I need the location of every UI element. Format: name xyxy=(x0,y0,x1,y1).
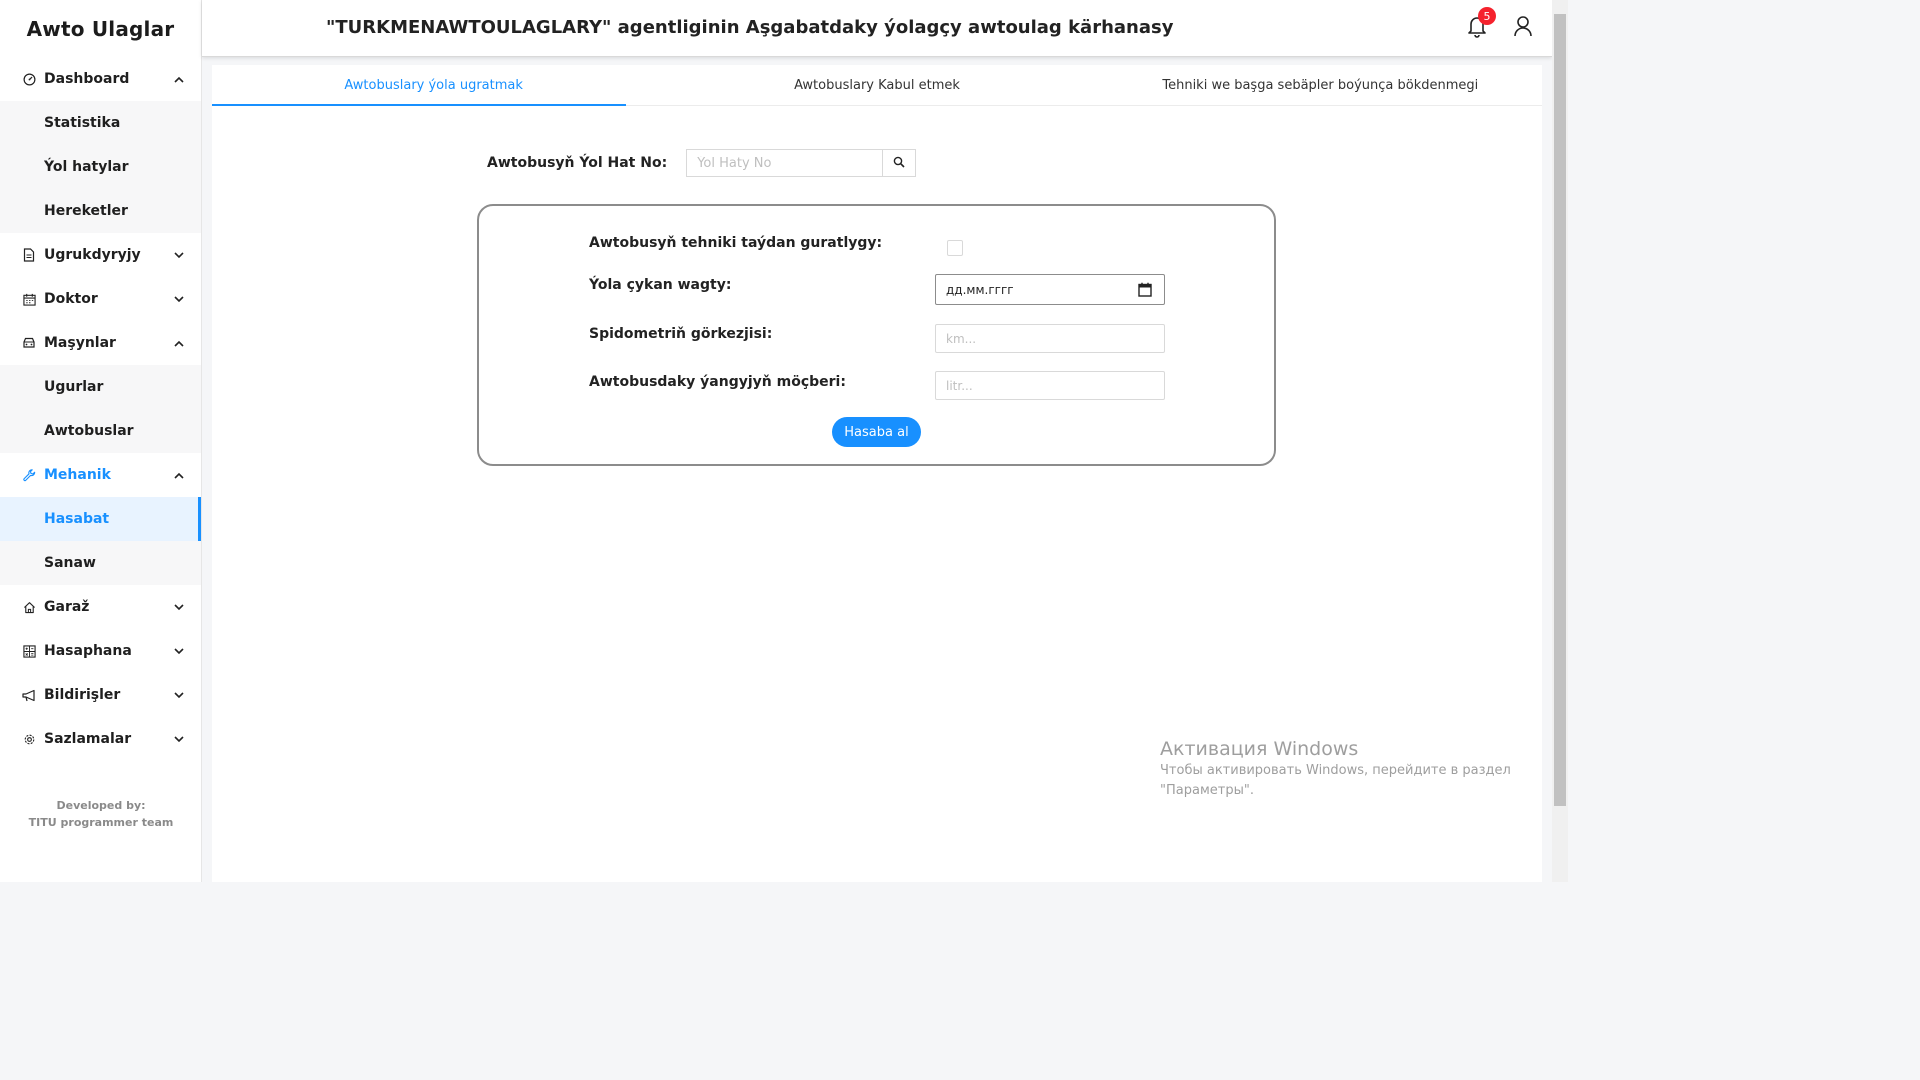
active-tab-indicator xyxy=(212,104,626,106)
notification-badge: 5 xyxy=(1478,7,1496,25)
wrench-icon xyxy=(22,468,36,482)
watermark-line2: "Параметры". xyxy=(1160,783,1254,798)
sidebar-menu: Dashboard Statistika Ýol hatylar Hereket… xyxy=(0,57,201,761)
developer-credit: Developed by: TITU programmer team xyxy=(0,797,202,831)
search-button[interactable] xyxy=(882,149,917,177)
sidebar-item-label: Hereketler xyxy=(44,203,128,219)
search-label: Awtobusyň Ýol Hat No: xyxy=(487,155,668,171)
technical-condition-checkbox[interactable] xyxy=(947,240,963,256)
technical-condition-label: Awtobusyň tehniki taýdan guratlygy: xyxy=(589,235,883,251)
calculator-icon xyxy=(22,644,36,658)
sidebar-item-hasaphana[interactable]: Hasaphana xyxy=(0,629,201,673)
app-window: Awto Ulaglar Dashboard Statistika Ýol ha… xyxy=(0,0,1568,882)
speedometer-input[interactable] xyxy=(935,324,1165,353)
chevron-down-icon xyxy=(173,293,185,305)
sidebar-item-yol-hatylar[interactable]: Ýol hatylar xyxy=(0,145,201,189)
sidebar-item-label: Awtobuslar xyxy=(44,423,134,439)
brand-logo[interactable]: Awto Ulaglar xyxy=(0,0,201,57)
chevron-down-icon xyxy=(173,689,185,701)
departure-date-input[interactable]: дд.мм.гггг xyxy=(935,274,1165,305)
tab-awtobuslary-yola-ugratmak[interactable]: Awtobuslary ýola ugratmak xyxy=(212,65,655,105)
sidebar-item-label: Garaž xyxy=(44,599,90,615)
car-icon xyxy=(22,336,36,350)
sidebar-item-label: Sanaw xyxy=(44,555,96,571)
chevron-down-icon xyxy=(173,733,185,745)
chevron-up-icon xyxy=(173,337,185,349)
sidebar-item-hasabat[interactable]: Hasabat xyxy=(0,497,201,541)
watermark-line1: Чтобы активировать Windows, перейдите в … xyxy=(1160,763,1511,778)
sidebar-item-masynlar[interactable]: Maşynlar xyxy=(0,321,201,365)
calendar-icon xyxy=(22,292,36,306)
sidebar: Awto Ulaglar Dashboard Statistika Ýol ha… xyxy=(0,0,202,882)
sidebar-item-mehanik[interactable]: Mehanik xyxy=(0,453,201,497)
chevron-up-icon xyxy=(173,469,185,481)
page-title: "TURKMENAWTOULAGLARY" agentliginin Aşgab… xyxy=(326,17,1174,38)
tab-tehniki-bokdenmegi[interactable]: Tehniki we başga sebäpler boýunça bökden… xyxy=(1099,65,1542,105)
departure-time-label: Ýola çykan wagty: xyxy=(589,277,732,293)
sidebar-item-statistika[interactable]: Statistika xyxy=(0,101,201,145)
sidebar-item-label: Dashboard xyxy=(44,71,130,87)
top-header: "TURKMENAWTOULAGLARY" agentliginin Aşgab… xyxy=(202,0,1552,57)
fuel-amount-label: Awtobusdaky ýangyjyň möçberi: xyxy=(589,374,846,390)
sidebar-item-sanaw[interactable]: Sanaw xyxy=(0,541,201,585)
windows-activation-watermark: Активация Windows Чтобы активировать Win… xyxy=(1160,737,1511,801)
sidebar-item-hereketler[interactable]: Hereketler xyxy=(0,189,201,233)
sidebar-item-bildirisler[interactable]: Bildirişler xyxy=(0,673,201,717)
gear-icon xyxy=(22,732,36,746)
sidebar-item-label: Ugurlar xyxy=(44,379,104,395)
submit-button[interactable]: Hasaba al xyxy=(832,417,921,447)
sidebar-item-label: Bildirişler xyxy=(44,687,121,703)
sidebar-item-label: Ugrukdyryjy xyxy=(44,247,141,263)
tab-awtobuslary-kabul-etmek[interactable]: Awtobuslary Kabul etmek xyxy=(655,65,1098,105)
sidebar-item-label: Doktor xyxy=(44,291,98,307)
sidebar-item-label: Sazlamalar xyxy=(44,731,132,747)
dashboard-icon xyxy=(22,72,36,86)
sidebar-item-label: Hasaphana xyxy=(44,643,132,659)
home-icon xyxy=(22,600,36,614)
scrollbar-thumb[interactable] xyxy=(1554,14,1566,806)
calendar-icon[interactable] xyxy=(1138,282,1152,297)
sidebar-item-label: Maşynlar xyxy=(44,335,116,351)
route-number-search-input[interactable] xyxy=(686,149,883,177)
developer-credit-line2: TITU programmer team xyxy=(28,816,174,829)
sidebar-item-label: Hasabat xyxy=(44,511,110,527)
sidebar-item-doktor[interactable]: Doktor xyxy=(0,277,201,321)
chevron-up-icon xyxy=(173,73,185,85)
sidebar-item-garaz[interactable]: Garaž xyxy=(0,585,201,629)
user-icon[interactable] xyxy=(1512,14,1534,38)
date-field-value: дд.мм.гггг xyxy=(946,283,1014,297)
developer-credit-line1: Developed by: xyxy=(56,799,146,812)
vertical-scrollbar[interactable] xyxy=(1552,0,1568,882)
megaphone-icon xyxy=(22,688,36,702)
fuel-amount-input[interactable] xyxy=(935,371,1165,400)
sidebar-item-label: Mehanik xyxy=(44,467,111,483)
speedometer-label: Spidometriň görkezjisi: xyxy=(589,326,773,342)
sidebar-item-ugrukdyryjy[interactable]: Ugrukdyryjy xyxy=(0,233,201,277)
sidebar-item-label: Statistika xyxy=(44,115,121,131)
sidebar-item-ugurlar[interactable]: Ugurlar xyxy=(0,365,201,409)
tab-bar: Awtobuslary ýola ugratmak Awtobuslary Ka… xyxy=(212,65,1542,106)
search-row: Awtobusyň Ýol Hat No: xyxy=(487,149,917,177)
chevron-down-icon xyxy=(173,601,185,613)
dispatch-form-card: Awtobusyň tehniki taýdan guratlygy: Ýola… xyxy=(477,204,1276,466)
chevron-down-icon xyxy=(173,249,185,261)
watermark-title: Активация Windows xyxy=(1160,738,1359,760)
sidebar-item-dashboard[interactable]: Dashboard xyxy=(0,57,201,101)
sidebar-item-awtobuslar[interactable]: Awtobuslar xyxy=(0,409,201,453)
sidebar-item-label: Ýol hatylar xyxy=(44,159,129,175)
chevron-down-icon xyxy=(173,645,185,657)
search-icon xyxy=(893,156,905,171)
document-icon xyxy=(22,248,36,262)
sidebar-item-sazlamalar[interactable]: Sazlamalar xyxy=(0,717,201,761)
